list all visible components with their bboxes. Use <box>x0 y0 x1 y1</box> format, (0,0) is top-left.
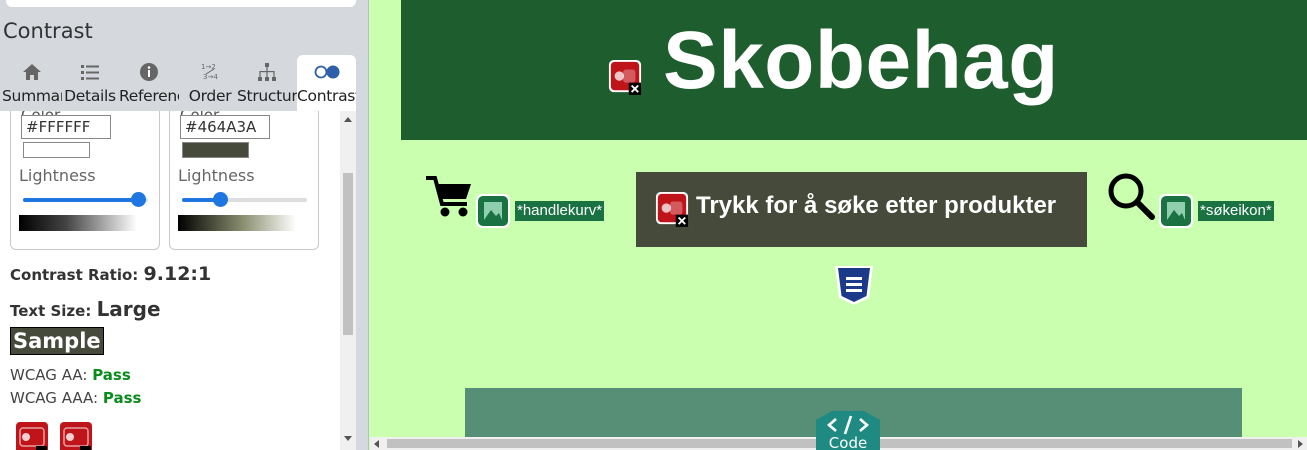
info-icon <box>140 63 158 81</box>
image-alt-icon[interactable] <box>475 193 511 229</box>
slider-fill <box>23 198 138 202</box>
code-button-label: Code <box>828 434 868 450</box>
tab-label: Structure <box>237 87 297 105</box>
background-swatch <box>182 142 249 158</box>
tab-label: Summary <box>2 87 62 105</box>
tab-label: Reference <box>119 87 179 105</box>
contrast-ratio: Contrast Ratio: 9.12:1 <box>10 263 211 285</box>
tab-structure[interactable]: Structure <box>237 55 297 111</box>
search-products-button[interactable]: Trykk for å søke etter produkter <box>636 172 1087 247</box>
cart-alt-text: *handlekurv* <box>515 201 605 221</box>
slider-knob[interactable] <box>212 192 228 207</box>
home-icon <box>23 64 41 80</box>
text-size-value: Large <box>96 297 161 321</box>
tab-reference[interactable]: Reference <box>119 55 179 111</box>
wcag-aaa-label: WCAG AAA: <box>10 389 99 407</box>
scroll-down-arrow[interactable] <box>344 436 352 441</box>
shopping-cart-icon[interactable] <box>425 174 473 218</box>
scroll-up-arrow[interactable] <box>344 117 352 122</box>
tab-summary[interactable]: Summary <box>2 55 62 111</box>
scroll-right-arrow[interactable] <box>1298 440 1303 448</box>
error-icon[interactable] <box>15 421 49 450</box>
error-icon[interactable] <box>655 191 689 227</box>
error-icon[interactable] <box>608 59 642 95</box>
contrast-icon <box>314 65 339 79</box>
code-toggle-button[interactable]: Code <box>802 410 894 450</box>
tab-order[interactable]: 1→2 3→4 Order <box>180 55 240 111</box>
wcag-aa-result: WCAG AA: Pass <box>10 366 131 384</box>
text-size: Text Size: Large <box>10 297 161 321</box>
search-icon[interactable] <box>1106 171 1156 221</box>
foreground-lightness-slider[interactable] <box>23 192 148 207</box>
foreground-swatch <box>23 142 90 158</box>
site-header-banner: Skobehag <box>401 0 1307 140</box>
background-lightness-slider[interactable] <box>182 192 307 207</box>
slider-knob[interactable] <box>131 192 146 207</box>
contrast-ratio-label: Contrast Ratio: <box>10 266 139 284</box>
svg-text:3→4: 3→4 <box>203 73 218 81</box>
tab-label: Details <box>64 87 116 105</box>
wcag-aa-label: WCAG AA: <box>10 366 88 384</box>
wcag-aaa-value: Pass <box>102 389 142 407</box>
background-lightness-label: Lightness <box>178 166 255 185</box>
background-hex-input[interactable]: #464A3A <box>180 115 270 139</box>
order-icon: 1→23→4 <box>201 63 218 81</box>
panel-heading: Contrast <box>3 19 93 43</box>
panel-scrollbar[interactable] <box>340 111 356 450</box>
text-size-label: Text Size: <box>10 302 92 320</box>
structure-icon <box>258 63 276 81</box>
background-lightness-gradient <box>178 215 296 231</box>
contrast-ratio-value: 9.12:1 <box>143 263 212 285</box>
scroll-left-arrow[interactable] <box>374 440 379 448</box>
foreground-hex-input[interactable]: #FFFFFF <box>21 115 111 139</box>
tab-bar: Summary Details Reference 1→23→4 Order S… <box>0 55 356 111</box>
site-title: Skobehag <box>663 15 1059 106</box>
contrast-sample: Sample <box>10 327 104 355</box>
contrast-panel-body: Color #FFFFFF Lightness Color #464A3A Li… <box>0 111 356 450</box>
search-alt-text: *søkeikon* <box>1198 201 1274 221</box>
css-icon[interactable] <box>833 264 875 306</box>
image-alt-icon[interactable] <box>1158 193 1194 229</box>
list-icon <box>81 65 99 80</box>
tab-details[interactable]: Details <box>60 55 120 111</box>
error-icon[interactable] <box>59 421 93 450</box>
scroll-thumb[interactable] <box>343 173 353 335</box>
foreground-color-card: Color #FFFFFF Lightness <box>10 111 160 250</box>
foreground-lightness-gradient <box>19 215 137 231</box>
search-button-label: Trykk for å søke etter produkter <box>696 192 1057 219</box>
tab-label: Contrast <box>297 87 356 105</box>
tab-label: Order <box>188 87 232 105</box>
page-preview: Skobehag *handlekurv* Trykk for å søke e… <box>370 0 1307 450</box>
panel-top-strip <box>6 0 356 7</box>
wcag-aaa-result: WCAG AAA: Pass <box>10 389 141 407</box>
tab-contrast[interactable]: Contrast <box>297 55 356 111</box>
foreground-lightness-label: Lightness <box>19 166 96 185</box>
background-color-card: Color #464A3A Lightness <box>169 111 319 250</box>
wcag-aa-value: Pass <box>92 366 131 384</box>
wave-sidebar: Contrast Summary Details Reference 1→23→… <box>0 0 369 450</box>
